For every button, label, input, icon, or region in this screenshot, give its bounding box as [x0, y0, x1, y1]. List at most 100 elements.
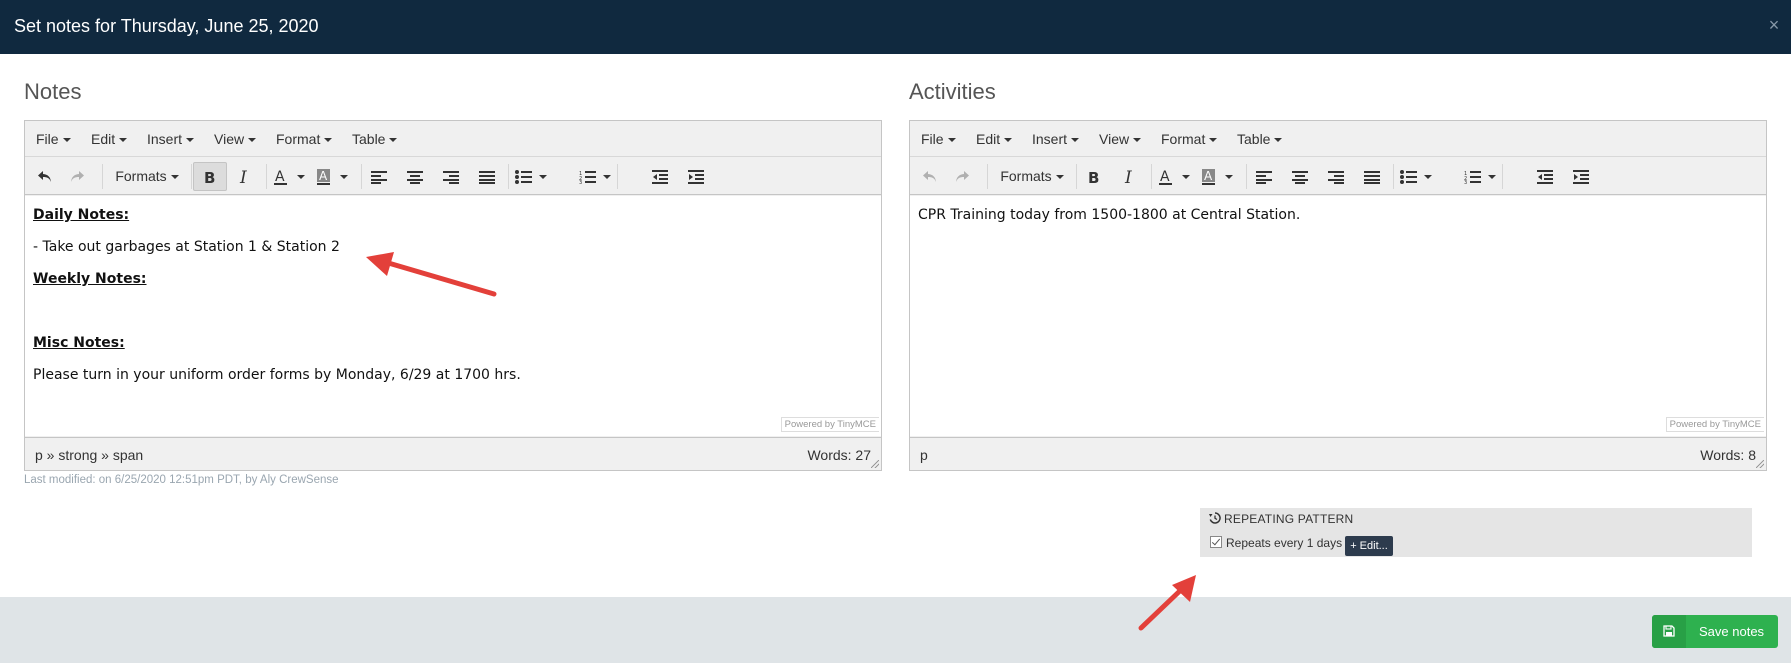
menu-file-label: File — [36, 131, 59, 147]
repeat-checkbox[interactable] — [1210, 536, 1222, 548]
chevron-down-icon — [1274, 138, 1283, 143]
menu-insert[interactable]: Insert — [1032, 121, 1080, 157]
svg-text:A: A — [1204, 169, 1213, 183]
svg-text:3: 3 — [579, 180, 582, 184]
toolbar-separator — [191, 164, 192, 189]
resize-handle[interactable] — [871, 460, 879, 468]
bullet-list-button[interactable] — [1398, 162, 1438, 191]
bullet-list-icon — [515, 169, 547, 184]
notes-content-area[interactable]: Daily Notes: - Take out garbages at Stat… — [25, 196, 881, 436]
outdent-button[interactable] — [647, 162, 673, 191]
outdent-icon — [652, 169, 668, 184]
menu-edit[interactable]: Edit — [976, 121, 1013, 157]
background-color-button[interactable]: A — [1199, 162, 1239, 191]
indent-icon — [688, 169, 704, 184]
formats-dropdown[interactable]: Formats — [109, 162, 185, 191]
modal-footer — [0, 597, 1791, 663]
menu-table[interactable]: Table — [1237, 121, 1283, 157]
numbered-list-button[interactable]: 123 — [577, 162, 617, 191]
chevron-down-icon — [248, 138, 257, 143]
notes-menubar: File Edit Insert View Format Table — [25, 121, 881, 157]
toolbar-separator — [987, 164, 988, 189]
redo-button[interactable] — [949, 162, 975, 191]
element-path[interactable]: p » strong » span — [35, 447, 143, 463]
formats-dropdown[interactable]: Formats — [994, 162, 1070, 191]
chevron-down-icon — [389, 138, 398, 143]
redo-button[interactable] — [64, 162, 90, 191]
activities-statusbar: p Words: 8 — [910, 437, 1766, 470]
menu-insert-label: Insert — [147, 131, 183, 147]
edit-repeat-button[interactable]: + Edit... — [1345, 536, 1393, 556]
powered-by-label[interactable]: Powered by TinyMCE — [780, 417, 879, 432]
align-center-button[interactable] — [402, 162, 428, 191]
toolbar-separator — [508, 164, 509, 189]
bullet-list-button[interactable] — [513, 162, 553, 191]
resize-handle[interactable] — [1756, 460, 1764, 468]
notes-statusbar: p » strong » span Words: 27 — [25, 437, 881, 470]
menu-view[interactable]: View — [214, 121, 257, 157]
menu-insert[interactable]: Insert — [147, 121, 195, 157]
menu-edit[interactable]: Edit — [91, 121, 128, 157]
svg-text:B: B — [204, 170, 215, 184]
modal-title: Set notes for Thursday, June 25, 2020 — [14, 16, 319, 36]
bold-button[interactable]: B — [1081, 162, 1107, 191]
menu-format-label: Format — [276, 131, 321, 147]
align-justify-button[interactable] — [1359, 162, 1385, 191]
toolbar-separator — [617, 164, 618, 189]
undo-button[interactable] — [32, 162, 58, 191]
undo-button[interactable] — [917, 162, 943, 191]
text-color-button[interactable]: A — [1156, 162, 1196, 191]
menu-format[interactable]: Format — [276, 121, 333, 157]
text-color-button[interactable]: A — [271, 162, 311, 191]
menu-file[interactable]: File — [36, 121, 71, 157]
align-left-button[interactable] — [1251, 162, 1277, 191]
align-left-button[interactable] — [366, 162, 392, 191]
background-color-button[interactable]: A — [314, 162, 354, 191]
powered-by-label[interactable]: Powered by TinyMCE — [1665, 417, 1764, 432]
chevron-down-icon — [119, 138, 128, 143]
align-center-icon — [407, 170, 423, 184]
align-justify-icon — [1364, 170, 1380, 184]
indent-button[interactable] — [1568, 162, 1594, 191]
menu-edit-label: Edit — [976, 131, 1001, 147]
outdent-button[interactable] — [1532, 162, 1558, 191]
align-justify-button[interactable] — [474, 162, 500, 191]
redo-icon — [956, 170, 969, 182]
menu-file[interactable]: File — [921, 121, 956, 157]
align-center-icon — [1292, 170, 1308, 184]
menu-table[interactable]: Table — [352, 121, 398, 157]
save-notes-button[interactable]: Save notes — [1652, 615, 1778, 648]
align-justify-icon — [479, 170, 495, 184]
chevron-down-icon — [1071, 138, 1080, 143]
align-right-button[interactable] — [438, 162, 464, 191]
italic-button[interactable]: I — [232, 162, 258, 191]
italic-button[interactable]: I — [1117, 162, 1143, 191]
svg-text:I: I — [1124, 169, 1132, 185]
activities-content-area[interactable]: CPR Training today from 1500-1800 at Cen… — [910, 196, 1766, 436]
align-center-button[interactable] — [1287, 162, 1313, 191]
align-right-button[interactable] — [1323, 162, 1349, 191]
chevron-down-icon — [1004, 138, 1013, 143]
chevron-down-icon — [186, 138, 195, 143]
menu-format[interactable]: Format — [1161, 121, 1218, 157]
indent-button[interactable] — [683, 162, 709, 191]
misc-notes-heading: Misc Notes: — [33, 335, 125, 351]
outdent-icon — [1537, 169, 1553, 184]
history-icon — [1209, 512, 1221, 524]
save-icon — [1663, 625, 1675, 637]
numbered-list-button[interactable]: 123 — [1462, 162, 1502, 191]
activities-panel: Activities File Edit Insert View Format … — [909, 76, 1767, 471]
empty-line — [33, 301, 873, 321]
svg-text:A: A — [1160, 169, 1170, 185]
svg-text:3: 3 — [1464, 180, 1467, 184]
toolbar-separator — [102, 164, 103, 189]
svg-text:I: I — [239, 169, 247, 185]
text-color-icon: A — [1159, 169, 1190, 185]
menu-view[interactable]: View — [1099, 121, 1142, 157]
save-icon-box — [1652, 615, 1686, 648]
element-path[interactable]: p — [920, 447, 928, 463]
misc-notes-text: Please turn in your uniform order forms … — [33, 367, 521, 383]
close-icon[interactable]: × — [1765, 16, 1783, 34]
daily-notes-item: - Take out garbages at Station 1 & Stati… — [33, 239, 340, 255]
bold-button[interactable]: B — [193, 162, 227, 191]
